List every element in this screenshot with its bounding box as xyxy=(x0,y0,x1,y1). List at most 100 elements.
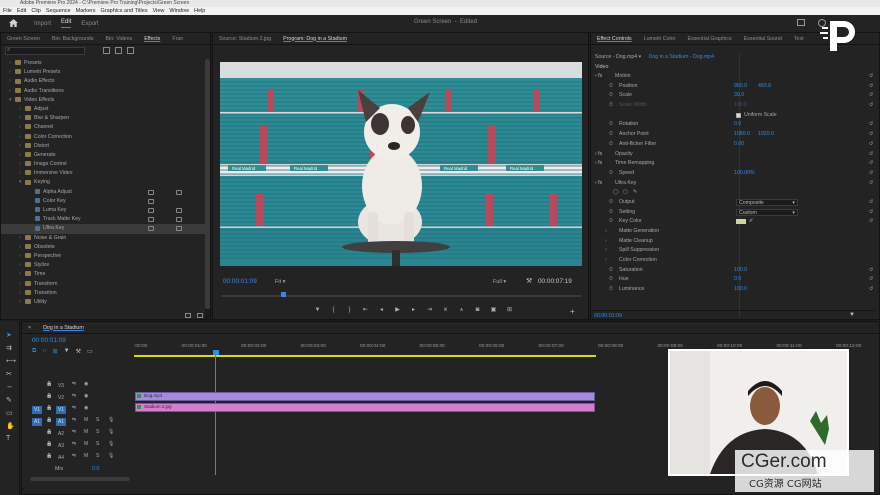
fx-toggle-icon[interactable]: › fx xyxy=(595,179,602,189)
step-back-icon[interactable]: ◂ xyxy=(377,307,386,314)
sync-lock-icon[interactable]: ⇋ xyxy=(72,393,76,399)
mute-button[interactable]: M xyxy=(84,429,88,435)
monitor-playhead[interactable] xyxy=(281,292,286,297)
effects-tree-item[interactable]: › Lumetri Presets xyxy=(1,68,206,77)
reset-icon[interactable]: ↺ xyxy=(869,179,873,189)
reset-icon[interactable]: ↺ xyxy=(869,91,873,101)
eyedropper-icon[interactable]: ✐ xyxy=(749,217,753,227)
effects-tree-item[interactable]: › Obsolete xyxy=(1,243,206,252)
effects-tree-item[interactable]: › Audio Transitions xyxy=(1,87,206,96)
lock-icon[interactable]: 🔒 xyxy=(46,429,52,435)
trash-icon[interactable] xyxy=(197,313,203,318)
reset-icon[interactable]: ↺ xyxy=(869,275,873,285)
lock-icon[interactable]: 🔒 xyxy=(46,441,52,447)
reset-icon[interactable]: ↺ xyxy=(869,285,873,295)
tab-text[interactable]: Text xyxy=(788,36,810,42)
track-header-a2[interactable]: 🔒 A2 ⇋ M S 🎙 xyxy=(22,428,134,440)
tab-frames[interactable]: Fran xyxy=(166,36,189,42)
captions-icon[interactable]: ▭ xyxy=(87,348,93,355)
ec-value[interactable]: 39.0 xyxy=(734,91,744,101)
tab-import[interactable]: Import xyxy=(34,21,51,27)
timeline-settings-icon[interactable]: ⚒ xyxy=(76,348,81,355)
go-to-in-icon[interactable]: ⇤ xyxy=(361,307,370,314)
yuv-effects-icon[interactable] xyxy=(127,47,134,54)
mute-button[interactable]: M xyxy=(84,417,88,423)
hand-tool-icon[interactable]: ✋ xyxy=(6,422,15,430)
ec-dropdown[interactable]: Composite ▾ xyxy=(736,198,798,206)
effects-tree-item[interactable]: Alpha Adjust xyxy=(1,188,206,197)
chevron-right-icon[interactable]: › xyxy=(605,227,607,237)
tab-videos[interactable]: Bin: Videos xyxy=(100,36,139,42)
effects-tree-item[interactable]: › Channel xyxy=(1,123,206,132)
reset-icon[interactable]: ↺ xyxy=(869,169,873,179)
stopwatch-icon[interactable]: ⏱ xyxy=(609,82,613,92)
effects-tree-item[interactable]: › Presets xyxy=(1,59,206,68)
insert-sequence-nest-icon[interactable]: ⧉ xyxy=(32,348,36,355)
ec-source-label[interactable]: Source - Dog.mp4 xyxy=(595,54,637,60)
track-header-v3[interactable]: 🔒 V3 ⇋ ◉ xyxy=(22,380,134,392)
effects-tree-item[interactable]: › Immersive Video xyxy=(1,169,206,178)
track-header-a3[interactable]: 🔒 A3 ⇋ M S 🎙 xyxy=(22,440,134,452)
stopwatch-icon[interactable]: ⏱ xyxy=(609,285,613,295)
effects-tree-item[interactable]: › Stylize xyxy=(1,261,206,270)
lift-icon[interactable]: ⩙ xyxy=(441,307,450,314)
reset-icon[interactable]: ↺ xyxy=(869,266,873,276)
sync-lock-icon[interactable]: ⇋ xyxy=(72,429,76,435)
key-color-swatch[interactable] xyxy=(736,219,746,225)
stopwatch-icon[interactable]: ⏱ xyxy=(609,91,613,101)
effects-tree-item[interactable]: › Transition xyxy=(1,289,206,298)
monitor-scrubber[interactable] xyxy=(221,292,581,297)
eye-icon[interactable]: ◉ xyxy=(84,381,88,387)
pen-mask-icon[interactable]: ✎ xyxy=(633,188,637,198)
effects-tree-item[interactable]: ▾ Keying xyxy=(1,178,206,187)
effects-tree-item[interactable]: › Generate xyxy=(1,151,206,160)
mic-icon[interactable]: 🎙 xyxy=(108,453,114,459)
menu-item-clip[interactable]: Clip xyxy=(31,7,40,15)
reset-icon[interactable]: ↺ xyxy=(869,101,873,111)
chevron-right-icon[interactable]: › xyxy=(605,246,607,256)
ec-timecode[interactable]: 00:00:01:09 xyxy=(594,313,622,319)
mic-icon[interactable]: 🎙 xyxy=(108,429,114,435)
effects-tree-item[interactable]: ▾ Video Effects xyxy=(1,96,206,105)
pen-tool-icon[interactable]: ✎ xyxy=(6,396,12,404)
reset-icon[interactable]: ↺ xyxy=(869,159,873,169)
ec-value[interactable]: 100.0 xyxy=(734,285,747,295)
stopwatch-icon[interactable]: ⏱ xyxy=(609,101,613,111)
source-patch-a1[interactable]: A1 xyxy=(32,418,42,426)
lock-icon[interactable]: 🔒 xyxy=(46,393,52,399)
track-select-tool-icon[interactable]: ⇉ xyxy=(6,344,12,352)
stopwatch-icon[interactable]: ⏱ xyxy=(609,208,613,218)
eye-icon[interactable]: ◉ xyxy=(84,405,88,411)
lock-icon[interactable]: 🔒 xyxy=(46,405,52,411)
track-header-a4[interactable]: 🔒 A4 ⇋ M S 🎙 xyxy=(22,452,134,464)
stopwatch-icon[interactable]: ⏱ xyxy=(609,198,613,208)
fx-toggle-icon[interactable]: › fx xyxy=(595,72,602,82)
solo-button[interactable]: S xyxy=(96,453,99,459)
track-header-v2[interactable]: 🔒 V2 ⇋ ◉ xyxy=(22,392,134,404)
tab-essential-graphics[interactable]: Essential Graphics xyxy=(681,36,737,42)
tab-source-monitor[interactable]: Source: Stadium 2.jpg xyxy=(213,36,277,42)
type-tool-icon[interactable]: T xyxy=(6,435,10,442)
effects-tree-item[interactable]: › Perspective xyxy=(1,252,206,261)
sync-lock-icon[interactable]: ⇋ xyxy=(72,453,76,459)
tab-green-screen[interactable]: Green Screen xyxy=(1,36,46,42)
sync-lock-icon[interactable]: ⇋ xyxy=(72,405,76,411)
ec-value[interactable]: 100.0 xyxy=(734,266,747,276)
menu-item-edit[interactable]: Edit xyxy=(17,7,26,15)
reset-icon[interactable]: ↺ xyxy=(869,217,873,227)
effects-tree-item[interactable]: Color Key xyxy=(1,197,206,206)
mic-icon[interactable]: 🎙 xyxy=(108,417,114,423)
zoom-level-dropdown[interactable]: Fit ▾ xyxy=(275,279,285,285)
effects-tree-item[interactable]: Track Matte Key xyxy=(1,215,206,224)
comparison-view-icon[interactable]: ▣ xyxy=(489,307,498,314)
effects-search-input[interactable]: ⌕ xyxy=(5,47,85,55)
ec-value[interactable]: 100.0 xyxy=(734,101,747,111)
export-frame-icon[interactable]: ◙ xyxy=(473,307,482,314)
stopwatch-icon[interactable]: ⏱ xyxy=(609,275,613,285)
sync-lock-icon[interactable]: ⇋ xyxy=(72,441,76,447)
playhead-timecode[interactable]: 00:00:01:09 xyxy=(223,278,257,285)
add-marker-icon[interactable]: ▼ xyxy=(64,348,70,355)
effects-tree-item[interactable]: › Blur & Sharpen xyxy=(1,114,206,123)
reset-icon[interactable]: ↺ xyxy=(869,140,873,150)
solo-button[interactable]: S xyxy=(96,417,99,423)
